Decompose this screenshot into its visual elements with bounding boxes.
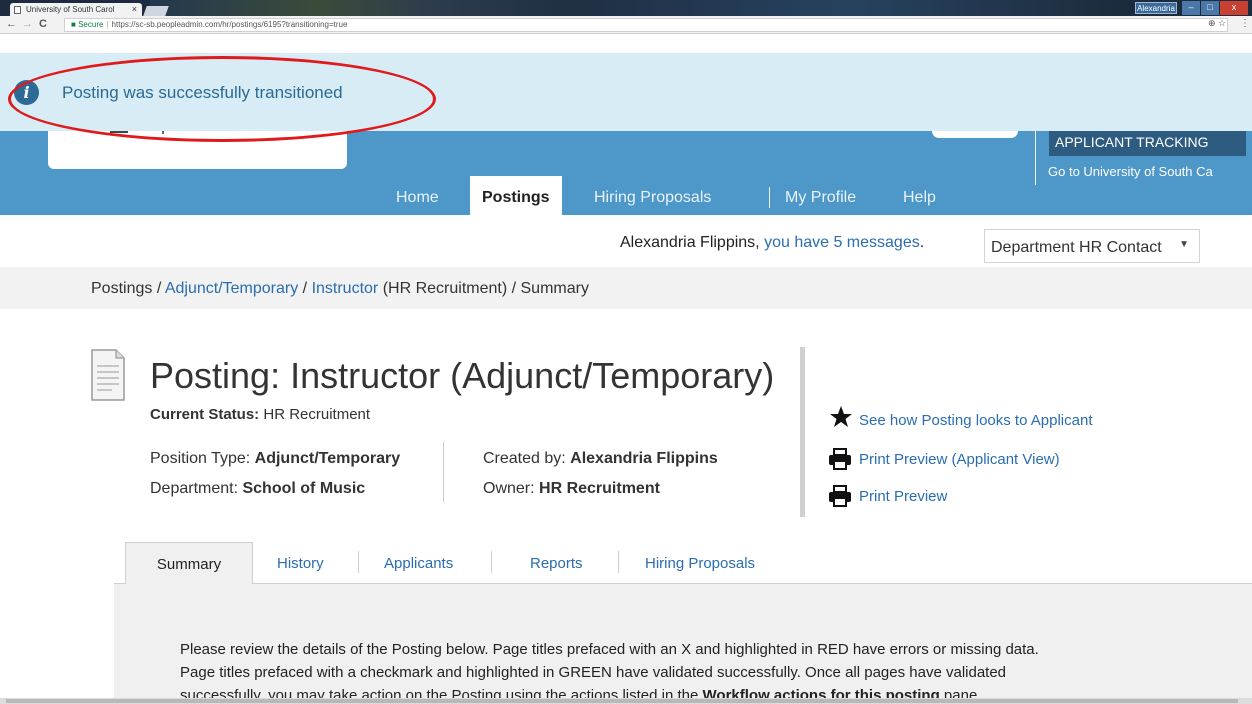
breadcrumb-status: (HR Recruitment) bbox=[378, 280, 508, 297]
horizontal-scrollbar[interactable] bbox=[0, 698, 1252, 704]
nav-hiring-proposals[interactable]: Hiring Proposals bbox=[594, 176, 711, 215]
printer-icon bbox=[829, 448, 851, 470]
chevron-down-icon: ▼ bbox=[1179, 239, 1189, 250]
print-preview-applicant-link[interactable]: Print Preview (Applicant View) bbox=[859, 451, 1060, 468]
reload-icon[interactable]: C bbox=[39, 18, 47, 30]
tab-hiring-proposals[interactable]: Hiring Proposals bbox=[645, 555, 755, 572]
breadcrumb-sep: / bbox=[507, 280, 521, 297]
url-text: https://sc-sb.peopleadmin.com/hr/posting… bbox=[111, 20, 348, 29]
nav-separator bbox=[769, 187, 770, 208]
breadcrumb-instructor[interactable]: Instructor bbox=[312, 280, 379, 297]
profile-badge[interactable]: Alexandria bbox=[1135, 2, 1177, 14]
position-type-label: Position Type: bbox=[150, 450, 255, 467]
address-bar: ← → C ■ Secure | https://sc-sb.peopleadmin… bbox=[0, 16, 1252, 34]
role-select[interactable]: Department HR Contact ▼ bbox=[984, 229, 1200, 263]
nav-home[interactable]: Home bbox=[396, 176, 439, 215]
owner-label: Owner: bbox=[483, 480, 540, 497]
role-select-value: Department HR Contact bbox=[991, 239, 1162, 256]
position-type: Position Type: Adjunct/Temporary bbox=[150, 450, 400, 468]
titlebar-background-right bbox=[570, 0, 1130, 16]
watch-list-button[interactable] bbox=[932, 131, 1018, 138]
page-title: Posting: Instructor (Adjunct/Temporary) bbox=[150, 355, 775, 396]
back-icon[interactable]: ← bbox=[6, 18, 17, 30]
new-tab-button[interactable] bbox=[143, 6, 169, 16]
created-by-label: Created by: bbox=[483, 450, 571, 467]
tab-applicants[interactable]: Applicants bbox=[384, 555, 453, 572]
position-type-value: Adjunct/Temporary bbox=[254, 450, 401, 467]
secure-label: Secure bbox=[78, 20, 104, 29]
print-preview-link[interactable]: Print Preview bbox=[859, 488, 947, 505]
tab-separator bbox=[618, 551, 619, 573]
page-icon bbox=[14, 6, 21, 14]
minimize-icon[interactable]: – bbox=[1182, 1, 1200, 15]
breadcrumb-current: Summary bbox=[520, 280, 589, 297]
scrollbar-thumb[interactable] bbox=[6, 699, 1238, 703]
instructions-line-1: Please review the details of the Posting… bbox=[180, 641, 1039, 658]
nav-help[interactable]: Help bbox=[903, 176, 936, 215]
zoom-star-icons[interactable]: ⊕ ☆ bbox=[1208, 18, 1226, 29]
department-value: School of Music bbox=[242, 480, 366, 497]
current-status: Current Status: HR Recruitment bbox=[150, 406, 370, 423]
owner: Owner: HR Recruitment bbox=[483, 480, 660, 498]
nav-postings[interactable]: Postings bbox=[470, 176, 562, 215]
printer-icon bbox=[829, 485, 851, 507]
tab-history[interactable]: History bbox=[277, 555, 324, 572]
maximize-icon[interactable]: □ bbox=[1201, 1, 1219, 15]
user-name: Alexandria Flippins, bbox=[620, 234, 765, 251]
tab-summary[interactable]: Summary bbox=[125, 542, 253, 584]
window-controls: – □ x bbox=[1182, 1, 1248, 15]
tab-title: University of South Carol bbox=[26, 5, 115, 14]
url-input[interactable]: ■ Secure | https://sc-sb.peopleadmin.com/h… bbox=[64, 18, 1228, 32]
created-by-value: Alexandria Flippins bbox=[570, 450, 718, 467]
tab-separator bbox=[491, 551, 492, 573]
created-by: Created by: Alexandria Flippins bbox=[483, 450, 718, 468]
go-to-university-link[interactable]: Go to University of South Ca bbox=[1048, 164, 1213, 179]
trailing-period: . bbox=[919, 234, 925, 251]
department-label: Department: bbox=[150, 480, 243, 497]
messages-link[interactable]: you have 5 messages bbox=[764, 234, 920, 251]
section-divider bbox=[800, 347, 805, 517]
breadcrumb-postings: Postings bbox=[91, 280, 153, 297]
breadcrumb: Postings / Adjunct/Temporary / Instructo… bbox=[91, 280, 589, 298]
menu-icon[interactable]: ⋮ bbox=[1240, 18, 1250, 29]
close-window-icon[interactable]: x bbox=[1220, 1, 1248, 15]
annotation-ellipse bbox=[8, 56, 436, 142]
star-icon bbox=[830, 406, 852, 427]
breadcrumb-sep: / bbox=[298, 280, 312, 297]
header-divider bbox=[1035, 131, 1036, 185]
tab-close-icon[interactable]: × bbox=[132, 4, 137, 14]
breadcrumb-adjunct[interactable]: Adjunct/Temporary bbox=[165, 280, 298, 297]
meta-divider bbox=[443, 442, 444, 502]
nav-my-profile[interactable]: My Profile bbox=[785, 176, 856, 215]
status-value: HR Recruitment bbox=[259, 406, 371, 423]
tab-reports[interactable]: Reports bbox=[530, 555, 583, 572]
tab-separator bbox=[358, 551, 359, 573]
instructions-line-2: Page titles prefaced with a checkmark an… bbox=[180, 664, 1007, 681]
browser-titlebar: University of South Carol × Alexandria –… bbox=[0, 0, 1252, 16]
forward-icon[interactable]: → bbox=[22, 18, 33, 30]
document-icon bbox=[91, 349, 125, 401]
lock-icon: ■ bbox=[71, 20, 76, 29]
titlebar-background bbox=[150, 0, 570, 16]
user-message-line: Alexandria Flippins, you have 5 messages… bbox=[620, 234, 924, 252]
department: Department: School of Music bbox=[150, 480, 365, 498]
see-applicant-view-link[interactable]: See how Posting looks to Applicant bbox=[859, 412, 1092, 429]
owner-value: HR Recruitment bbox=[539, 480, 660, 497]
browser-tab[interactable]: University of South Carol × bbox=[10, 3, 142, 16]
status-label: Current Status: bbox=[150, 406, 260, 423]
breadcrumb-sep: / bbox=[152, 280, 165, 297]
applicant-tracking-label: APPLICANT TRACKING bbox=[1049, 131, 1246, 156]
